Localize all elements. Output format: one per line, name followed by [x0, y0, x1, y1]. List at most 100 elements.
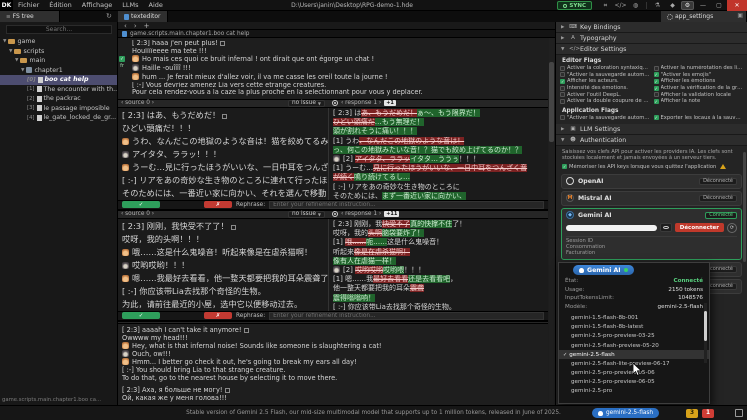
model-option-gemini-2.5-pro-preview-03-25[interactable]: gemini-2.5-pro-preview-03-25 [559, 332, 709, 341]
editor-scrollbar[interactable] [549, 38, 554, 405]
nav-forward-button[interactable]: › [134, 22, 137, 30]
emoji-placeholder-icon [224, 387, 230, 393]
editor-checkbox-8[interactable] [560, 92, 565, 98]
tree-item-main[interactable]: ▼ main [0, 56, 117, 66]
approve-button[interactable]: ✓ [122, 312, 160, 320]
hamster-avatar-icon [122, 357, 129, 365]
panel-toggle-icon[interactable]: ▣ [737, 12, 743, 19]
settings-scrollbar[interactable] [743, 22, 746, 405]
globe-icon[interactable]: ◍ [629, 1, 642, 10]
tab-fs-tree[interactable]: ≡ FS tree [0, 11, 60, 22]
tree-item-le-passage-imposible[interactable]: [3] le passage imposible [0, 104, 117, 114]
model-option-gemini-2.5-pro-preview-06-05[interactable]: gemini-2.5-pro-preview-06-05 [559, 378, 709, 387]
reject-button[interactable]: ✗ [204, 201, 232, 209]
section-typography[interactable]: ▶ A Typography [556, 33, 747, 44]
approve-button[interactable]: ✓ [122, 201, 160, 209]
provider-card-openai[interactable]: OpenAI Déconnecté [561, 173, 742, 189]
menu-llms[interactable]: LLMs [117, 1, 143, 9]
issue-dropdown[interactable]: no issue ▼ [287, 99, 325, 107]
refresh-tree-icon[interactable]: ↻ [106, 12, 112, 20]
model-option-gemini-2.5-pro[interactable]: gemini-2.5-pro [559, 387, 709, 396]
settings-icon[interactable]: ⚙ [681, 1, 694, 10]
model-list-scrollbar[interactable] [704, 303, 707, 363]
gemini-pill[interactable]: Gemini AI [573, 265, 634, 275]
beaker-icon[interactable]: ⚗ [651, 1, 664, 10]
tree-item-le-gate-locked-de-gr-[interactable]: [4] le_gate_locked_de_gr... [0, 113, 117, 123]
section-authentication[interactable]: ▼ ☻ Authentication [556, 135, 747, 147]
tab-app-settings[interactable]: app_settings [661, 11, 747, 22]
rephrase-input[interactable] [269, 311, 544, 320]
provider-link[interactable]: Facturation [566, 250, 737, 256]
section-label: Editor Settings [580, 45, 627, 53]
nav-back-button[interactable]: ‹ [124, 22, 127, 30]
menu-edition[interactable]: Édition [44, 1, 77, 9]
diff-line: [2] 哎哟哎哟哎哟喂！！！ [333, 265, 548, 275]
section-key-bindings[interactable]: ▶ ⌨ Key Bindings [556, 22, 747, 33]
warning-count-badge[interactable]: 3 [686, 408, 699, 418]
status-model-pill[interactable]: gemini-2.5-flash [592, 408, 660, 418]
reject-button[interactable]: ✗ [204, 312, 232, 320]
tree-item-boo-cat-help[interactable]: [0] boo cat help [0, 75, 117, 85]
show-key-button[interactable] [659, 223, 672, 233]
editor-checkbox-7[interactable]: ✓ [653, 85, 659, 91]
editor-checkbox-11[interactable]: ✓ [653, 98, 659, 104]
line-text: [ :-] Vous devriez amenez Lia vers cette… [132, 81, 327, 89]
model-option-gemini-2.5-flash-preview-05-20[interactable]: gemini-2.5-flash-preview-05-20 [559, 341, 709, 350]
remember-keys-checkbox[interactable]: ✓ [562, 164, 567, 170]
tab-texteditor[interactable]: texteditor [118, 11, 168, 22]
tree-item-chapter1[interactable]: ▼ chapter1 [0, 66, 117, 76]
editor-checkbox-0[interactable] [560, 65, 565, 71]
issue-label: no issue [291, 211, 316, 218]
tree-item-the-encounter-with-th-[interactable]: [1] The encounter with th... [0, 85, 117, 95]
model-option-gemini-1.5-flash-8b-001[interactable]: gemini-1.5-flash-8b-001 [559, 313, 709, 322]
typography-icon: A [571, 35, 575, 41]
code-icon[interactable]: </> [614, 1, 627, 10]
dialogue-line: To do that, go to the nearest house by s… [122, 374, 548, 382]
tree-item-scripts[interactable]: ▼ scripts [0, 47, 117, 57]
editor-checkbox-5[interactable]: ✓ [653, 78, 659, 84]
plain-text: ， [450, 275, 458, 284]
rephrase-label: Rephrase: [236, 312, 266, 319]
editor-checkbox-10[interactable] [560, 98, 565, 104]
menu-fichier[interactable]: Fichier [13, 1, 44, 9]
sync-button[interactable]: SYNC [557, 1, 592, 10]
search-input[interactable] [6, 25, 112, 34]
disconnect-button[interactable]: Déconnecter [674, 223, 724, 233]
issue-dropdown[interactable]: no issue ▼ [287, 210, 325, 218]
provider-card-mistral-ai[interactable]: M Mistral AI Déconnecté [561, 190, 742, 206]
editor-checkbox-9[interactable] [653, 92, 659, 98]
provider-card-gemini-ai[interactable]: ◆ Gemini AI Connecté Déconnecter ⟳ Session ID… [561, 207, 742, 260]
menu-affichage[interactable]: Affichage [77, 1, 118, 9]
rephrase-input[interactable] [269, 200, 544, 209]
tree-item-game[interactable]: ▼ game [0, 37, 117, 47]
model-label: gemini-2.5-flash [569, 351, 615, 358]
diamond-icon[interactable]: ◆ [666, 1, 679, 10]
console-icon[interactable] [735, 409, 743, 417]
line-text: うーむ…見に行ったほうがいいな、一日中耳をつんざく音が続く！ [132, 162, 328, 173]
section-editor-settings[interactable]: ▼ </> Editor Settings [556, 44, 747, 55]
section-llm-settings[interactable]: ▶ ▣ LLM Settings [556, 124, 747, 136]
model-option-gemini-1.5-flash-8b-latest[interactable]: gemini-1.5-flash-8b-latest [559, 323, 709, 332]
minimize-button[interactable]: — [695, 0, 711, 11]
api-key-input[interactable] [566, 224, 657, 231]
status-model-label: gemini-2.5-flash [606, 410, 654, 416]
flag-label: Activer la vérification de la grammaire … [660, 85, 744, 92]
nav-add-button[interactable]: + [144, 22, 150, 30]
maximize-button[interactable]: ▢ [711, 0, 727, 11]
deleted-text: 哦…… [345, 238, 367, 247]
menu-aide[interactable]: Aide [144, 1, 168, 9]
key-options-button[interactable]: ⟳ [727, 222, 737, 233]
flag-label: Afficher la validation locale [660, 91, 731, 98]
editor-checkbox-2[interactable] [560, 72, 565, 78]
model-option-gemini-2.5-flash[interactable]: ✓ gemini-2.5-flash [559, 350, 709, 360]
tree-item-the-packrac[interactable]: [2] the packrac [0, 94, 117, 104]
application-checkbox-0[interactable] [560, 115, 565, 121]
editor-checkbox-3[interactable]: ✓ [653, 72, 659, 78]
controller-icon[interactable]: ⌗ [599, 1, 612, 10]
application-checkbox-1[interactable]: ✓ [653, 115, 659, 121]
error-count-badge[interactable]: 1 [702, 408, 715, 418]
editor-checkbox-4[interactable]: ✓ [560, 78, 565, 84]
close-button[interactable]: ✕ [727, 0, 747, 11]
editor-checkbox-6[interactable] [560, 85, 565, 91]
editor-checkbox-1[interactable] [653, 65, 659, 71]
